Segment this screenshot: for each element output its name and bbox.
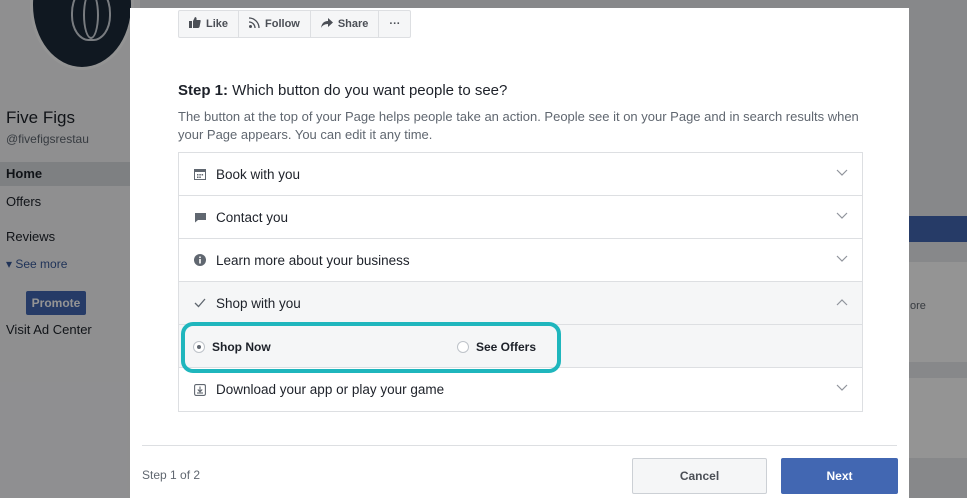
- option-shop-with-you[interactable]: Shop with you: [179, 282, 862, 325]
- step-description: The button at the top of your Page helps…: [178, 109, 859, 142]
- page-action-toolbar: Like Follow Share ···: [178, 10, 412, 38]
- like-button[interactable]: Like: [179, 11, 240, 37]
- follow-label: Follow: [265, 18, 300, 30]
- follow-button[interactable]: Follow: [239, 11, 311, 37]
- option-label: Learn more about your business: [216, 252, 410, 268]
- step-heading: Step 1: Which button do you want people …: [178, 82, 507, 99]
- step-prefix: Step 1:: [178, 82, 229, 99]
- chevron-down-icon: [836, 169, 848, 176]
- like-label: Like: [206, 18, 229, 30]
- more-options-button[interactable]: ···: [379, 11, 410, 37]
- option-label: Contact you: [216, 209, 289, 225]
- step-counter: Step 1 of 2: [142, 468, 201, 482]
- option-label: Download your app or play your game: [216, 382, 445, 397]
- info-icon: [193, 253, 207, 267]
- chevron-down-icon: [836, 212, 848, 219]
- share-button[interactable]: Share: [311, 11, 380, 37]
- next-button[interactable]: Next: [781, 458, 898, 494]
- option-learn-more[interactable]: Learn more about your business: [179, 239, 862, 282]
- rss-icon: [248, 17, 260, 31]
- calendar-icon: [193, 167, 207, 181]
- share-arrow-icon: [320, 17, 333, 31]
- option-download-app[interactable]: Download your app or play your game: [179, 368, 862, 411]
- chevron-down-icon: [836, 384, 848, 391]
- cancel-button[interactable]: Cancel: [632, 458, 767, 494]
- footer-divider: [142, 445, 897, 446]
- step-question: Which button do you want people to see?: [228, 82, 508, 99]
- ellipsis-icon: ···: [389, 18, 401, 30]
- thumbs-up-icon: [189, 17, 201, 31]
- button-options-list: Book with you Contact you Learn more abo…: [178, 152, 863, 412]
- option-label: Book with you: [216, 166, 301, 182]
- highlight-annotation: [181, 322, 561, 373]
- chevron-up-icon: [836, 299, 848, 306]
- download-icon: [193, 383, 207, 397]
- add-button-dialog: Like Follow Share ··· Step 1: Which butt…: [130, 8, 909, 498]
- chevron-down-icon: [836, 255, 848, 262]
- share-label: Share: [337, 18, 369, 30]
- message-icon: [193, 210, 207, 224]
- check-icon: [193, 296, 207, 310]
- option-contact-you[interactable]: Contact you: [179, 196, 862, 239]
- option-label: Shop with you: [216, 295, 301, 311]
- option-book-with-you[interactable]: Book with you: [179, 153, 862, 196]
